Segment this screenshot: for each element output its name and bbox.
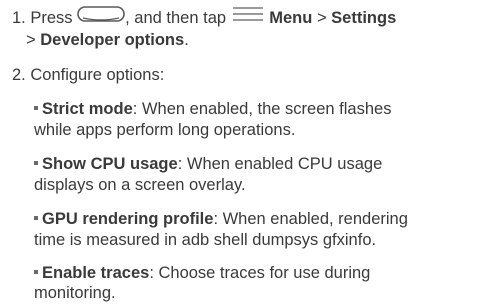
option-desc: : When enabled CPU usage (177, 155, 383, 173)
path-separator-1: > (316, 8, 327, 27)
bullet-icon (34, 105, 38, 110)
option-desc-cont: monitoring. (34, 284, 116, 302)
step-1-press-text: Press (30, 8, 73, 27)
option-name: Show CPU usage (42, 155, 178, 173)
option-desc-cont: while apps perform long operations. (34, 121, 296, 139)
bullet-icon (34, 215, 38, 220)
option-enable-traces-line-1: Enable traces: Choose traces for use dur… (34, 263, 370, 283)
option-show-cpu-line-1: Show CPU usage: When enabled CPU usage (34, 154, 382, 174)
bullet-icon (34, 160, 38, 165)
step-2-number: 2. (12, 66, 26, 84)
bullet-icon (34, 269, 38, 274)
option-desc: : When enabled, the screen flashes (132, 100, 392, 118)
menu-label: Menu (269, 8, 313, 27)
option-desc-cont: time is measured in adb shell dumpsys gf… (34, 231, 377, 249)
option-name: Strict mode (42, 100, 133, 118)
option-gpu-profile-line-2: time is measured in adb shell dumpsys gf… (34, 230, 376, 250)
option-show-cpu-line-2: displays on a screen overlay. (34, 175, 246, 195)
path-separator-2: > (26, 31, 36, 49)
home-key-icon (77, 5, 125, 28)
option-enable-traces-line-2: monitoring. (34, 283, 116, 303)
option-name: GPU rendering profile (42, 210, 214, 228)
option-desc: : Choose traces for use during (149, 264, 371, 282)
settings-label: Settings (331, 8, 397, 27)
option-strict-mode-line-1: Strict mode: When enabled, the screen fl… (34, 99, 391, 119)
option-gpu-profile-line-1: GPU rendering profile: When enabled, ren… (34, 209, 408, 229)
step-2-text: Configure options: (30, 66, 165, 84)
instructions-page: 1. Press , and then tap Menu > Settings … (0, 0, 481, 304)
step-1-then-tap-text: , and then tap (125, 8, 227, 27)
menu-key-icon (231, 5, 265, 28)
step-2-line: 2. Configure options: (12, 65, 164, 85)
step-1-line-1: 1. Press , and then tap Menu > Settings (12, 5, 397, 30)
option-strict-mode-line-2: while apps perform long operations. (34, 120, 295, 140)
option-name: Enable traces (42, 264, 150, 282)
option-desc: : When enabled, rendering (213, 210, 408, 228)
option-desc-cont: displays on a screen overlay. (34, 176, 246, 194)
step-1-line-2: > Developer options. (26, 30, 189, 50)
step-1-period: . (184, 31, 189, 49)
step-1-number: 1. (12, 8, 26, 27)
developer-options-label: Developer options (40, 31, 185, 49)
